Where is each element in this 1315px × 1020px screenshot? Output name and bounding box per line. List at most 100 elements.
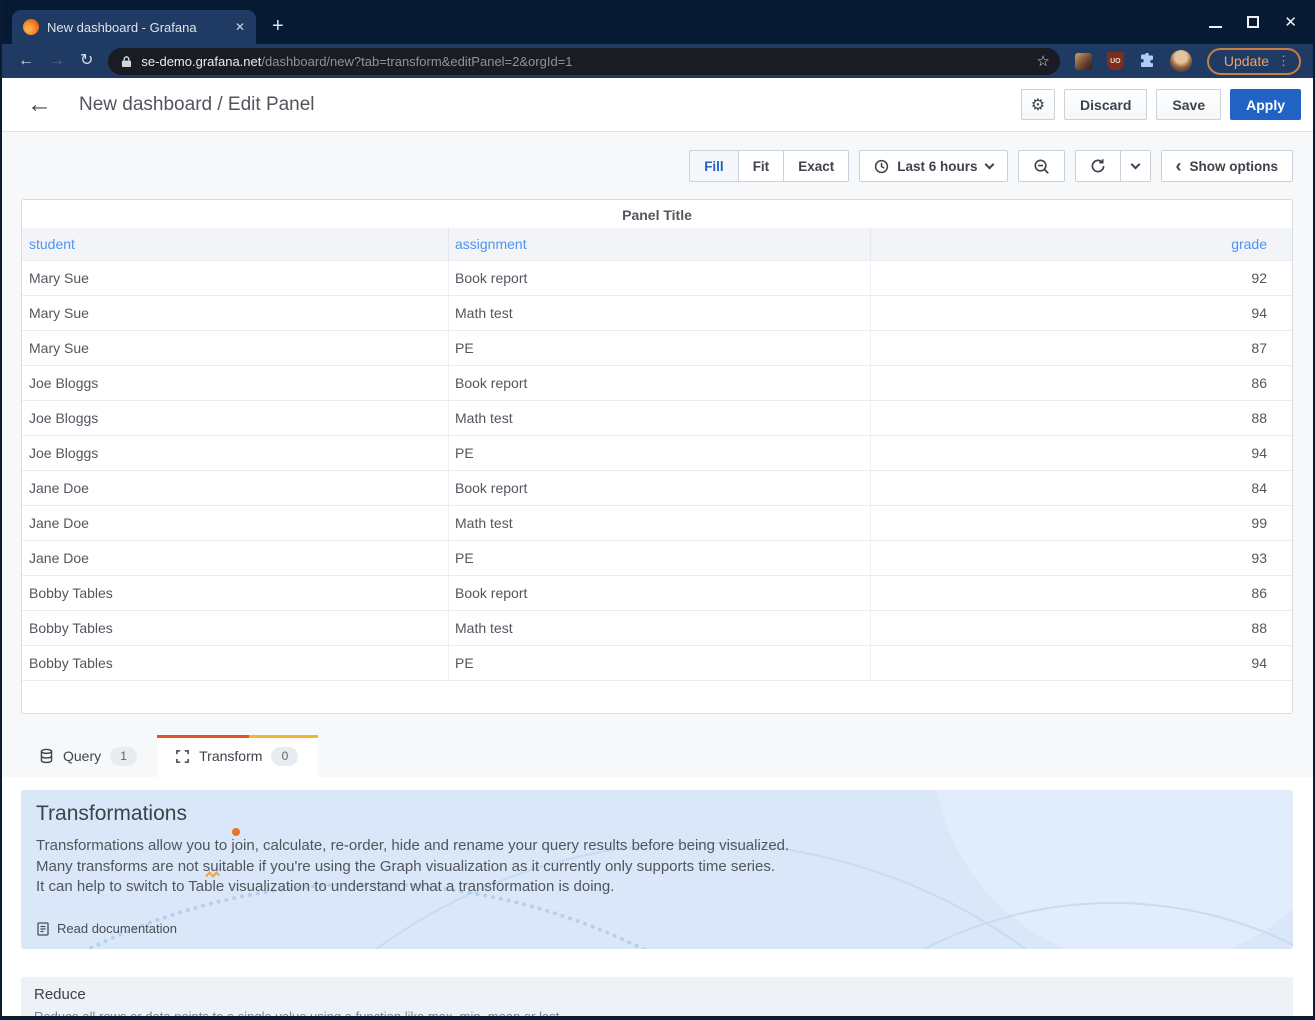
panel-toolbar: Fill Fit Exact Last 6 hours ‹ Show optio… [2, 150, 1293, 182]
refresh-group [1074, 150, 1151, 182]
student-cell: Joe Bloggs [29, 445, 99, 461]
student-cell: Jane Doe [29, 480, 89, 496]
table-row: Bobby Tables Math test 88 [22, 611, 1292, 646]
browser-titlebar: New dashboard - Grafana ✕ + ✕ [2, 0, 1313, 44]
back-arrow-button[interactable]: ← [27, 92, 52, 117]
table-row: Joe Bloggs Book report 86 [22, 366, 1292, 401]
fit-button[interactable]: Fit [738, 150, 785, 182]
url-text[interactable]: se-demo.grafana.net/dashboard/new?tab=tr… [141, 54, 1027, 69]
zoom-out-icon [1033, 158, 1049, 174]
table-row: Mary Sue Book report 92 [22, 261, 1292, 296]
student-cell: Bobby Tables [29, 620, 113, 636]
browser-tab-title: New dashboard - Grafana [47, 19, 197, 35]
show-options-label: Show options [1189, 158, 1279, 174]
description-line: Many transforms are not suitable if you'… [36, 857, 776, 875]
clock-icon [875, 159, 889, 173]
apply-button[interactable]: Apply [1230, 89, 1301, 120]
tab-transform-label: Transform [199, 748, 263, 764]
grafana-header: ← New dashboard / Edit Panel ⚙ Discard S… [2, 78, 1313, 132]
transform-icon [176, 749, 189, 763]
show-options-button[interactable]: ‹ Show options [1160, 150, 1293, 182]
assignment-cell: PE [448, 646, 870, 680]
refresh-button[interactable] [1074, 150, 1121, 182]
panel-preview: Panel Title student assignment grade Mar… [21, 199, 1293, 714]
window-controls: ✕ [1209, 14, 1297, 30]
grade-cell: 87 [870, 331, 1292, 365]
extension-photo-icon[interactable] [1074, 52, 1092, 70]
discard-button[interactable]: Discard [1064, 89, 1148, 120]
student-cell: Bobby Tables [29, 585, 113, 601]
document-icon [37, 921, 49, 936]
gear-icon: ⚙ [1030, 96, 1046, 114]
read-documentation-label: Read documentation [57, 921, 177, 936]
update-button[interactable]: Update ⋮ [1206, 47, 1301, 75]
student-cell: Mary Sue [29, 305, 89, 321]
tab-close-icon[interactable]: ✕ [233, 18, 247, 36]
extension-puzzle-icon[interactable] [1139, 53, 1155, 69]
time-range-picker[interactable]: Last 6 hours [859, 150, 1008, 182]
table-visualization: student assignment grade Mary Sue Book re… [22, 228, 1292, 681]
table-row: Joe Bloggs Math test 88 [22, 401, 1292, 436]
edit-panel-page: Fill Fit Exact Last 6 hours ‹ Show optio… [2, 132, 1313, 1016]
description-line: Transformations allow you to join, calcu… [36, 837, 790, 854]
fill-button[interactable]: Fill [689, 150, 739, 182]
student-cell: Mary Sue [29, 340, 89, 356]
zoom-out-button[interactable] [1017, 150, 1065, 182]
exact-button[interactable]: Exact [784, 150, 850, 182]
assignment-cell: Book report [448, 471, 870, 505]
save-button[interactable]: Save [1156, 89, 1222, 120]
refresh-interval-dropdown[interactable] [1120, 150, 1151, 182]
browser-window: New dashboard - Grafana ✕ + ✕ ← → ↻ se-d… [0, 0, 1315, 1020]
table-header-row: student assignment grade [22, 228, 1292, 261]
browser-back-button[interactable]: ← [18, 53, 34, 69]
time-range-label: Last 6 hours [897, 158, 978, 174]
column-header-grade[interactable]: grade [870, 228, 1292, 260]
close-button[interactable]: ✕ [1284, 15, 1297, 30]
grade-cell: 92 [870, 261, 1292, 295]
refresh-icon [1091, 159, 1104, 173]
read-documentation-link[interactable]: Read documentation [37, 921, 177, 936]
assignment-cell: PE [448, 541, 870, 575]
tab-query[interactable]: Query 1 [25, 735, 157, 777]
column-header-assignment[interactable]: assignment [448, 228, 870, 260]
extension-shield-icon[interactable]: UO [1106, 52, 1124, 70]
assignment-cell: Book report [448, 576, 870, 610]
transform-count-badge: 0 [271, 746, 299, 766]
transformations-info-card: Transformations Transformations allow yo… [21, 790, 1293, 949]
size-mode-group: Fill Fit Exact [689, 150, 850, 182]
grade-cell: 86 [870, 576, 1292, 610]
assignment-cell: Math test [448, 401, 870, 435]
panel-title[interactable]: Panel Title [22, 200, 1292, 228]
transformations-description: Transformations allow you to join, calcu… [36, 836, 1293, 898]
table-body: Mary Sue Book report 92 Mary Sue Math test 94… [22, 261, 1292, 681]
maximize-button[interactable] [1247, 16, 1260, 28]
browser-reload-button[interactable]: ↻ [80, 53, 93, 69]
update-label: Update [1223, 53, 1269, 69]
tab-query-label: Query [63, 748, 102, 764]
table-row: Mary Sue PE 87 [22, 331, 1292, 366]
assignment-cell: Book report [448, 366, 870, 400]
column-header-student[interactable]: student [22, 228, 448, 260]
transformation-option-reduce[interactable]: Reduce Reduce all rows or data points to… [21, 977, 1293, 1016]
assignment-cell: Math test [448, 611, 870, 645]
table-row: Joe Bloggs PE 94 [22, 436, 1292, 471]
table-row: Bobby Tables PE 94 [22, 646, 1292, 681]
minimize-button[interactable] [1209, 25, 1223, 28]
table-row: Jane Doe PE 93 [22, 541, 1292, 576]
student-cell: Jane Doe [29, 550, 89, 566]
grade-cell: 86 [870, 366, 1292, 400]
header-actions: ⚙ Discard Save Apply [1020, 89, 1301, 120]
browser-tab[interactable]: New dashboard - Grafana ✕ [12, 10, 256, 44]
bookmark-star-icon[interactable]: ☆ [1036, 52, 1049, 70]
student-cell: Bobby Tables [29, 655, 113, 671]
panel-settings-button[interactable]: ⚙ [1020, 89, 1056, 120]
lock-icon [122, 55, 132, 67]
browser-menu-icon[interactable]: ⋮ [1277, 53, 1290, 69]
new-tab-button[interactable]: + [272, 16, 284, 36]
url-bar[interactable]: se-demo.grafana.net/dashboard/new?tab=tr… [108, 47, 1060, 75]
grade-cell: 88 [870, 611, 1292, 645]
grade-cell: 94 [870, 646, 1292, 680]
browser-toolbar: ← → ↻ se-demo.grafana.net/dashboard/new?… [2, 44, 1313, 78]
profile-avatar[interactable] [1169, 50, 1192, 72]
tab-transform[interactable]: Transform 0 [157, 735, 319, 777]
